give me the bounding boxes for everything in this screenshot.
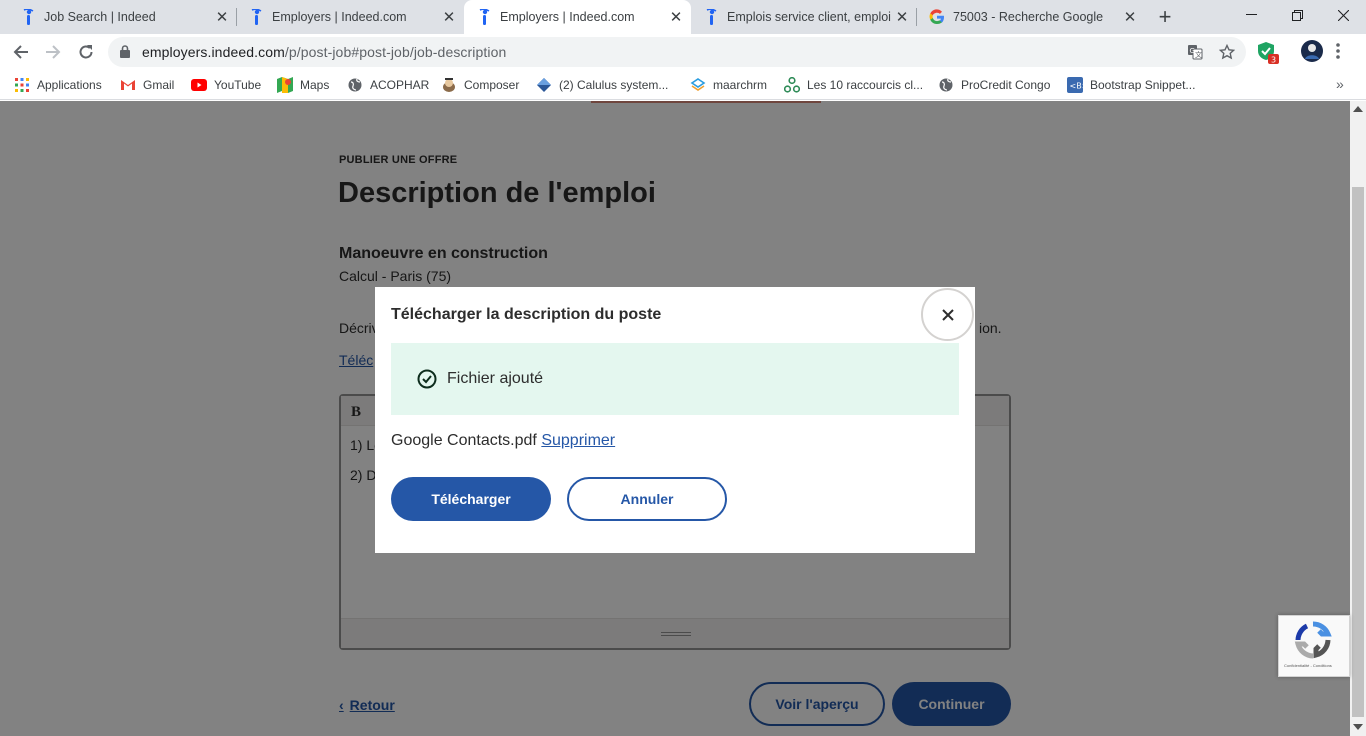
indeed-icon: [476, 9, 492, 25]
bookmark-label: Les 10 raccourcis cl...: [807, 78, 924, 92]
svg-text:<B>: <B>: [1070, 82, 1084, 91]
maps-icon: [277, 77, 293, 93]
reload-icon[interactable]: [74, 40, 98, 64]
back-arrow-icon[interactable]: [9, 40, 33, 64]
check-circle-icon: [416, 368, 438, 390]
browser-tab-bar: Job Search | Indeed ✕ Employers | Indeed…: [0, 0, 1366, 34]
close-modal-button[interactable]: [921, 288, 974, 341]
bookmark-label: Bootstrap Snippet...: [1090, 78, 1196, 92]
calculus-icon: [536, 77, 552, 93]
bookmark-applications[interactable]: Applications: [14, 76, 102, 94]
delete-file-link[interactable]: Supprimer: [541, 432, 615, 449]
bookmark-raccourcis[interactable]: Les 10 raccourcis cl...: [784, 76, 923, 94]
tab-title: Emplois service client, emploi |: [727, 10, 893, 24]
browser-tab[interactable]: Job Search | Indeed ✕: [0, 0, 237, 34]
globe-icon: [938, 77, 954, 93]
bookmark-acophar[interactable]: ACOPHAR: [347, 76, 429, 94]
upload-description-modal: Télécharger la description du poste Fich…: [375, 287, 975, 553]
bootstrap-icon: <B>: [1067, 77, 1083, 93]
minimize-window-button[interactable]: [1228, 0, 1274, 30]
new-tab-button[interactable]: +: [1153, 6, 1177, 28]
bookmark-label: Gmail: [143, 78, 175, 92]
bookmark-label: (2) Calulus system...: [559, 78, 669, 92]
modal-title: Télécharger la description du poste: [391, 306, 662, 323]
extension-badge: 3: [1271, 56, 1276, 65]
forward-arrow-icon[interactable]: [41, 40, 65, 64]
bookmark-procredit[interactable]: ProCredit Congo: [938, 76, 1050, 94]
tab-title: Employers | Indeed.com: [272, 10, 407, 24]
bookmark-maps[interactable]: Maps: [277, 76, 329, 94]
file-name: Google Contacts.pdf: [391, 432, 537, 449]
recaptcha-text: Confidentialité - Conditions: [1284, 663, 1332, 668]
bookmark-label: ProCredit Congo: [961, 78, 1051, 92]
uploaded-file: Google Contacts.pdf Supprimer: [391, 432, 615, 450]
translate-icon[interactable]: G文: [1186, 43, 1204, 61]
scroll-down-arrow-icon[interactable]: [1353, 724, 1363, 730]
browser-toolbar: employers.indeed.com/p/post-job#post-job…: [0, 34, 1366, 70]
url-host: employers.indeed.com: [142, 44, 285, 60]
success-message: Fichier ajouté: [447, 370, 544, 387]
bookmark-label: YouTube: [214, 78, 262, 92]
bookmark-star-icon[interactable]: [1218, 43, 1236, 61]
youtube-icon: [191, 77, 207, 93]
browser-tab[interactable]: Employers | Indeed.com ✕: [228, 0, 464, 34]
bookmark-label: Composer: [464, 78, 520, 92]
address-bar[interactable]: employers.indeed.com/p/post-job#post-job…: [108, 37, 1246, 67]
success-alert: Fichier ajouté: [391, 343, 959, 415]
bookmark-composer[interactable]: Composer: [441, 76, 519, 94]
bookmark-gmail[interactable]: Gmail: [120, 76, 174, 94]
recaptcha-logo-icon: [1294, 621, 1332, 659]
gmail-icon: [120, 77, 136, 93]
close-window-button[interactable]: [1320, 0, 1366, 30]
bookmark-bootstrap[interactable]: <B> Bootstrap Snippet...: [1067, 76, 1195, 94]
bookmark-calculus[interactable]: (2) Calulus system...: [536, 76, 668, 94]
page-viewport: PUBLIER UNE OFFRE Description de l'emplo…: [0, 101, 1350, 736]
bookmark-maarchrm[interactable]: maarchrm: [690, 76, 767, 94]
upload-button[interactable]: Télécharger: [391, 477, 551, 521]
indeed-icon: [20, 9, 36, 25]
recaptcha-badge[interactable]: Confidentialité - Conditions: [1278, 615, 1350, 677]
bookmarks-bar: Applications Gmail YouTube Maps ACOPHAR …: [0, 70, 1366, 100]
bookmark-youtube[interactable]: YouTube: [191, 76, 261, 94]
shield-extension-icon[interactable]: 3: [1257, 41, 1281, 70]
bookmark-label: Applications: [37, 78, 102, 92]
kebab-menu-icon[interactable]: [1336, 43, 1340, 64]
google-icon: [929, 9, 945, 25]
close-tab-icon[interactable]: ✕: [1121, 8, 1139, 26]
lock-icon[interactable]: [120, 45, 130, 63]
maarch-icon: [690, 77, 706, 93]
url-path: /p/post-job#post-job/job-description: [284, 44, 507, 60]
more-bookmarks-button[interactable]: »: [1336, 76, 1344, 92]
bookmark-label: ACOPHAR: [370, 78, 430, 92]
browser-tab-active[interactable]: Employers | Indeed.com ✕: [464, 0, 691, 34]
url-text: employers.indeed.com/p/post-job#post-job…: [142, 44, 506, 60]
scroll-up-arrow-icon[interactable]: [1353, 106, 1363, 112]
indeed-icon: [248, 9, 264, 25]
cancel-button[interactable]: Annuler: [567, 477, 727, 521]
composer-icon: [441, 77, 457, 93]
avatar[interactable]: [1301, 40, 1323, 67]
close-tab-icon[interactable]: ✕: [440, 8, 458, 26]
browser-tab[interactable]: 75003 - Recherche Google ✕: [909, 0, 1145, 34]
tab-title: 75003 - Recherche Google: [953, 10, 1104, 24]
bookmark-label: Maps: [300, 78, 330, 92]
svg-text:文: 文: [1195, 50, 1202, 59]
scrollbar-thumb[interactable]: [1352, 187, 1364, 717]
bookmark-label: maarchrm: [713, 78, 768, 92]
globe-icon: [347, 77, 363, 93]
apps-grid-icon: [14, 77, 30, 93]
indeed-icon: [703, 9, 719, 25]
tab-title: Job Search | Indeed: [44, 10, 156, 24]
tab-title: Employers | Indeed.com: [500, 10, 635, 24]
network-icon: [784, 77, 800, 93]
browser-tab[interactable]: Emplois service client, emploi | ✕: [683, 0, 917, 34]
restore-window-button[interactable]: [1274, 0, 1320, 30]
close-icon: [941, 308, 954, 321]
